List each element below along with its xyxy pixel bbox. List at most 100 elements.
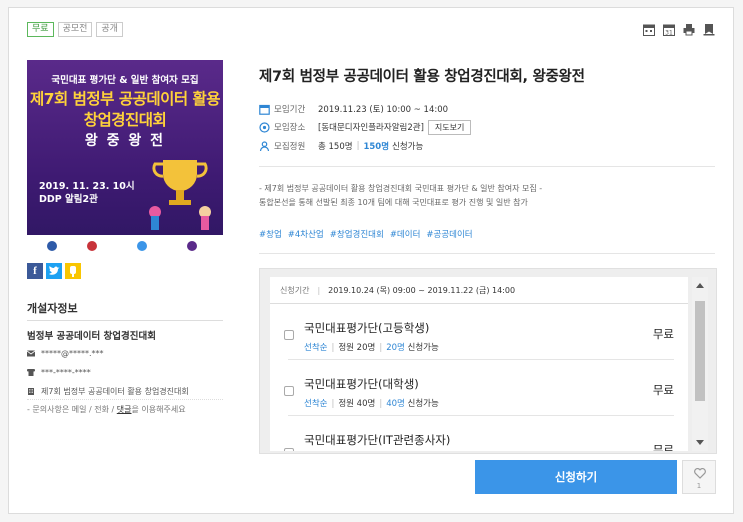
scroll-up-arrow-icon[interactable] (696, 283, 704, 288)
event-card: 무료 공모전 공개 31 국민대표 평가단 & 일반 참여자 모집 제7회 범정… (8, 7, 734, 514)
description-line: - 제7회 범정부 공공데이터 활용 창업경진대회 국민대표 평가단 & 일반 … (259, 184, 543, 193)
capacity-total: 총 150명 (318, 142, 353, 152)
tag-public: 공개 (96, 22, 123, 37)
ticket-price: 무료 (652, 443, 674, 451)
event-poster: 국민대표 평가단 & 일반 참여자 모집 제7회 범정부 공공데이터 활용 창업… (27, 60, 223, 257)
poster-line4: 왕 중 왕 전 (84, 133, 166, 149)
date-value: 2019.11.23 (토) 10:00 ~ 14:00 (318, 105, 449, 115)
ticket-type: 선착순 (304, 343, 328, 353)
host-section-title: 개설자정보 (27, 302, 78, 315)
logo-icon (187, 241, 197, 251)
capacity-label: 모집정원 (274, 142, 306, 152)
event-title: 제7회 범정부 공공데이터 활용 창업경진대회, 왕중왕전 (259, 69, 585, 85)
calendar-icon[interactable] (643, 23, 655, 36)
registration-panel: 신청기간 | 2019.10.24 (목) 09:00 ~ 2019.11.22 (… (259, 268, 717, 454)
hashtag-link[interactable]: #데이터 (390, 228, 421, 240)
ticket-name: 국민대표평가단(고등학생) (304, 321, 430, 335)
capacity-available-text: 신청가능 (392, 142, 424, 152)
poster-line3: 창업경진대회 (83, 111, 167, 129)
place-label: 모임장소 (274, 123, 306, 133)
ticket-available-count: 40명 (386, 399, 405, 409)
ticket-option[interactable]: 국민대표평가단(대학생) 무료 선착순 | 정원 40명 | 40명 신청가능 (270, 360, 688, 416)
host-note-suffix: 을 이용해주세요 (131, 405, 186, 414)
like-count: 1 (696, 482, 702, 490)
ticket-name: 국민대표평가단(대학생) (304, 377, 419, 391)
ticket-meta: 선착순 | 정원 20명 | 20명 신청가능 (304, 343, 439, 353)
poster-line2: 제7회 범정부 공공데이터 활용 (29, 90, 221, 108)
hashtag-link[interactable]: #공공데이터 (426, 228, 472, 240)
capacity-separator: | (356, 141, 360, 151)
apply-button[interactable]: 신청하기 (475, 460, 677, 494)
host-note: - 문의사항은 메일 / 전화 / 댓글을 이용해주세요 (27, 404, 186, 415)
host-name: 범정부 공공데이터 창업경진대회 (27, 331, 156, 342)
twitter-icon (49, 266, 60, 275)
description-line: 통합본선을 통해 선발된 최종 10개 팀에 대해 국민대표로 평가 진행 및 … (259, 198, 528, 207)
hashtag-link[interactable]: #창업경진대회 (330, 228, 384, 240)
print-icon[interactable] (683, 23, 695, 36)
logo-icon (87, 241, 97, 251)
host-org-row: 제7회 범정부 공공데이터 활용 창업경진대회 (27, 386, 189, 397)
capacity-available-count: 150명 (363, 142, 390, 152)
like-button[interactable]: 1 (682, 460, 716, 494)
divider (259, 253, 715, 254)
phone-icon (27, 369, 35, 376)
kakaotalk-share-button[interactable] (65, 263, 81, 279)
poster-logo-bar (27, 235, 223, 257)
ticket-quota: 정원 20명 (338, 343, 376, 353)
divider (27, 399, 223, 400)
calendar-31-icon[interactable]: 31 (663, 23, 675, 36)
period-separator: | (317, 286, 321, 295)
host-org: 제7회 범정부 공공데이터 활용 창업경진대회 (41, 387, 189, 396)
scrollbar-thumb[interactable] (695, 301, 705, 401)
mail-icon (27, 350, 35, 357)
svg-text:31: 31 (665, 30, 673, 37)
event-capacity-row: 모집정원 총 150명 | 150명 신청가능 (259, 139, 423, 153)
twitter-share-button[interactable] (46, 263, 62, 279)
divider (27, 320, 223, 321)
hashtag-list: #창업 #4차산업 #창업경진대회 #데이터 #공공데이터 (259, 228, 473, 240)
kakaotalk-icon (70, 266, 76, 277)
ticket-available-text: 신청가능 (407, 343, 439, 353)
ticket-available-count: 20명 (386, 343, 405, 353)
ticket-list: 신청기간 | 2019.10.24 (목) 09:00 ~ 2019.11.22 (… (270, 277, 688, 451)
event-place-row: 모임장소 [동대문디자인플라자알림2관] 지도보기 (259, 119, 472, 135)
host-note-prefix: - 문의사항은 메일 / 전화 / (27, 405, 117, 414)
event-description: - 제7회 범정부 공공데이터 활용 창업경진대회 국민대표 평가단 & 일반 … (259, 182, 715, 210)
poster-line1: 국민대표 평가단 & 일반 참여자 모집 (51, 75, 199, 86)
top-toolbar: 31 (643, 23, 715, 36)
ticket-price: 무료 (652, 383, 674, 397)
tag-free: 무료 (27, 22, 54, 37)
building-icon (28, 388, 34, 395)
ticket-checkbox[interactable] (284, 386, 294, 396)
bookmark-icon[interactable] (703, 23, 715, 36)
trophy-illustration-icon (149, 160, 211, 230)
logo-icon (47, 241, 57, 251)
poster-venue: DDP 알림2관 (39, 194, 98, 205)
location-pin-icon (259, 121, 270, 133)
divider (259, 166, 715, 167)
ticket-checkbox[interactable] (284, 448, 294, 451)
scroll-down-arrow-icon[interactable] (696, 440, 704, 445)
facebook-share-button[interactable]: f (27, 263, 43, 279)
heart-icon (694, 468, 706, 479)
ticket-name: 국민대표평가단(IT관련종사자) (304, 433, 451, 447)
date-label: 모임기간 (274, 105, 306, 115)
ticket-option[interactable]: 국민대표평가단(IT관련종사자) 무료 (270, 416, 688, 451)
ticket-checkbox[interactable] (284, 330, 294, 340)
ticket-list-scrollbar[interactable] (692, 277, 708, 451)
place-value: [동대문디자인플라자알림2관] (318, 123, 424, 133)
comment-link[interactable]: 댓글 (117, 405, 132, 414)
view-map-button[interactable]: 지도보기 (427, 119, 472, 135)
hashtag-link[interactable]: #창업 (259, 228, 282, 240)
poster-date: 2019. 11. 23. 10시 (39, 181, 135, 192)
host-email-row: *****@*****.*** (27, 349, 104, 358)
tag-list: 무료 공모전 공개 (27, 22, 123, 37)
period-value: 2019.10.24 (목) 09:00 ~ 2019.11.22 (금) 14… (328, 286, 516, 295)
hashtag-link[interactable]: #4차산업 (288, 228, 324, 240)
calendar-icon (259, 104, 270, 115)
event-date-row: 모임기간 2019.11.23 (토) 10:00 ~ 14:00 (259, 102, 448, 116)
host-phone: ***-****-**** (41, 368, 91, 377)
ticket-price: 무료 (652, 327, 674, 341)
period-label: 신청기간 (280, 286, 310, 295)
ticket-option[interactable]: 국민대표평가단(고등학생) 무료 선착순 | 정원 20명 | 20명 신청가능 (270, 304, 688, 360)
